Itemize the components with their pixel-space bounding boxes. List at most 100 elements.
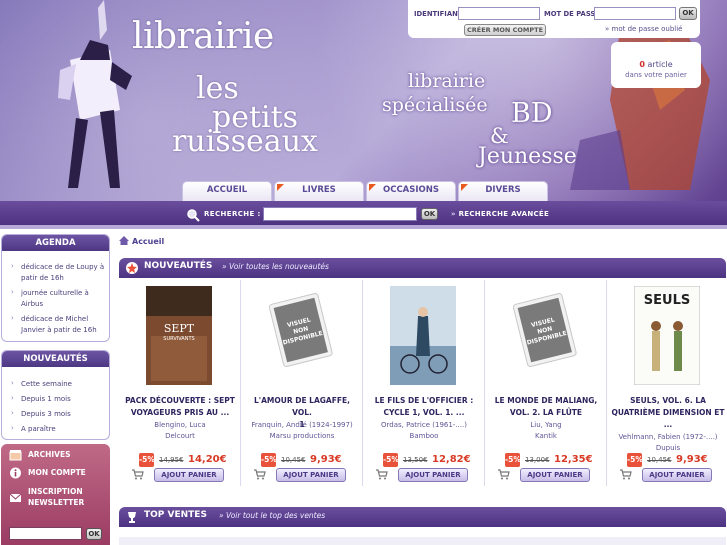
cart-icon (498, 469, 510, 480)
search-ok-button[interactable]: OK (421, 208, 438, 220)
tab-corner-icon (369, 184, 376, 191)
cart-icon (376, 469, 388, 480)
product-card: SEULS SEULS, VOL. 6. LA QUATRIÈME DIMENSI… (607, 280, 726, 486)
forgot-password-label: mot de passe oublié (611, 25, 683, 33)
price-row: -5% 10,45€ 9,93€ (607, 453, 727, 467)
product-title[interactable]: PACK DÉCOUVERTE : SEPT VOYAGEURS PRIS AU … (123, 395, 237, 419)
tab-occasions[interactable]: OCCASIONS (366, 181, 456, 202)
product-title-line: ... (663, 420, 673, 429)
product-publisher: Delcourt (165, 431, 195, 440)
product-title[interactable]: SEULS, VOL. 6. LA QUATRIÈME DIMENSION ET.… (611, 395, 725, 431)
cart-count: 0 (639, 60, 645, 69)
product-title-line: CYCLE 1, VOL. 1. ... (383, 408, 465, 417)
old-price: 14,95€ (159, 456, 184, 464)
tab-accueil-label: ACCUEIL (206, 185, 248, 195)
nouveautes-link[interactable]: A paraître (2, 421, 109, 436)
price: 12,82€ (432, 454, 471, 465)
tab-livres-label: LIVRES (302, 185, 336, 195)
product-publisher: Dupuis (655, 443, 681, 452)
unavailable-cover[interactable]: VISUEL NON DISPONIBLE (512, 286, 578, 385)
my-account-link[interactable]: MON COMPTE (1, 464, 110, 482)
envelope-icon (9, 493, 22, 502)
home-icon (119, 236, 129, 245)
search-input[interactable] (263, 207, 417, 221)
cart-summary[interactable]: 0 article dans votre panier (611, 42, 701, 88)
advanced-search-link[interactable]: RECHERCHE AVANCÉE (451, 210, 549, 218)
add-to-cart-button[interactable]: AJOUT PANIER (520, 468, 590, 482)
newsletter-link[interactable]: INSCRIPTION NEWSLETTER (1, 486, 110, 510)
forgot-password-link[interactable]: » mot de passe oublié (605, 25, 682, 33)
product-title-line: VOYAGEURS PRIS AU ... (130, 408, 230, 417)
new-section-header: NOUVEAUTÉS » Voir toutes les nouveautés (119, 258, 726, 278)
tab-accueil[interactable]: ACCUEIL (182, 181, 272, 202)
login-ok-button[interactable]: OK (679, 7, 697, 20)
identifiant-label: IDENTIFIANT (414, 10, 463, 18)
agenda-item[interactable]: journée culturelle à Airbus (2, 285, 109, 311)
cart-count-suffix: article (647, 60, 673, 69)
product-title[interactable]: LE MONDE DE MALIANG, VOL. 2. LA FLÛTE (489, 395, 603, 419)
identifiant-input[interactable] (458, 7, 540, 20)
create-account-button[interactable]: CRÉER MON COMPTE (464, 24, 546, 36)
product-card: SEPT SURVIVANTS PACK DÉCOUVERTE : SEPT VO… (119, 280, 241, 486)
discount-badge: -5% (261, 453, 277, 467)
product-publisher: Kantik (535, 431, 557, 440)
book-cover[interactable]: SEPT SURVIVANTS (146, 286, 212, 385)
add-to-cart-button[interactable]: AJOUT PANIER (154, 468, 224, 482)
newsletter-label-2: NEWSLETTER (28, 498, 85, 507)
add-to-cart-button[interactable]: AJOUT PANIER (276, 468, 346, 482)
nouveautes-link[interactable]: Depuis 3 mois (2, 406, 109, 421)
product-title-line: LE FILS DE L'OFFICIER : (374, 396, 474, 405)
sidebar: AGENDA dédicace de de Loupy à patir de 1… (0, 234, 110, 545)
nouveautes-sidebar-title: NOUVEAUTÉS (2, 351, 109, 367)
newsletter-ok-button[interactable]: OK (86, 528, 102, 540)
price-row: -5% 10,45€ 9,93€ (241, 453, 363, 467)
product-title[interactable]: LE FILS DE L'OFFICIER : CYCLE 1, VOL. 1. … (367, 395, 481, 419)
agenda-item[interactable]: dédicace de de Loupy à patir de 16h (2, 259, 109, 285)
logo-les: les (196, 71, 239, 106)
breadcrumb-home[interactable]: Accueil (132, 237, 164, 246)
newsletter-label-1: INSCRIPTION (28, 487, 83, 496)
price-row: -5% 14,95€ 14,20€ (119, 453, 241, 467)
tab-occasions-label: OCCASIONS (382, 185, 440, 195)
old-price: 10,45€ (647, 456, 672, 464)
logo-ruisseaux: ruisseaux (172, 124, 318, 159)
add-to-cart-button[interactable]: AJOUT PANIER (398, 468, 468, 482)
newsletter-email-input[interactable] (9, 527, 82, 540)
product-title-line: VOL. 2. LA FLÛTE (509, 408, 583, 417)
product-author-block: Ordas, Patrice (1961-....) Bamboo (365, 420, 483, 441)
discount-badge: -5% (383, 453, 399, 467)
archives-label: ARCHIVES (28, 450, 71, 459)
cart-icon (254, 469, 266, 480)
agenda-box: AGENDA dédicace de de Loupy à patir de 1… (1, 234, 110, 342)
product-title-line: QUATRIÈME DIMENSION ET (611, 408, 725, 417)
price: 9,93€ (310, 454, 342, 465)
product-author: Ordas, Patrice (1961-....) (381, 421, 467, 429)
site-header: librairie les petits ruisseaux librairie… (0, 0, 727, 203)
top-sales-title: TOP VENTES (144, 510, 207, 520)
discount-badge: -5% (139, 453, 155, 467)
product-card: VISUEL NON DISPONIBLE LE MONDE DE MALIAN… (485, 280, 607, 486)
add-to-cart-button[interactable]: AJOUT PANIER (642, 468, 712, 482)
nouveautes-link[interactable]: Depuis 1 mois (2, 391, 109, 406)
product-publisher: Marsu productions (269, 431, 335, 440)
nouveautes-box: NOUVEAUTÉS Cette semaine Depuis 1 mois D… (1, 350, 110, 440)
my-account-label: MON COMPTE (28, 468, 86, 477)
password-label: MOT DE PASSE (544, 10, 600, 18)
tab-livres[interactable]: LIVRES (274, 181, 364, 202)
agenda-item[interactable]: dédicace de Michel Janvier à patir de 16… (2, 311, 109, 337)
cart-subtext: dans votre panier (625, 71, 687, 79)
unavailable-cover[interactable]: VISUEL NON DISPONIBLE (268, 286, 334, 385)
archives-link[interactable]: ARCHIVES (1, 446, 110, 464)
tagline-specialisee: spécialisée (382, 94, 488, 116)
password-input[interactable] (594, 7, 676, 20)
top-sales-see-all-link[interactable]: » Voir tout le top des ventes (219, 511, 325, 520)
product-grid: SEPT SURVIVANTS PACK DÉCOUVERTE : SEPT VO… (119, 280, 726, 486)
nouveautes-link[interactable]: Cette semaine (2, 376, 109, 391)
account-box: ARCHIVES MON COMPTE INSCRIPTION NEWSLETT… (1, 444, 110, 545)
product-author-block: Liu, Yang Kantik (487, 420, 605, 441)
cart-icon (132, 469, 144, 480)
tab-divers[interactable]: DIVERS (458, 181, 548, 202)
book-cover[interactable]: SEULS (634, 286, 700, 385)
book-cover[interactable] (390, 286, 456, 385)
new-see-all-link[interactable]: » Voir toutes les nouveautés (222, 262, 329, 271)
